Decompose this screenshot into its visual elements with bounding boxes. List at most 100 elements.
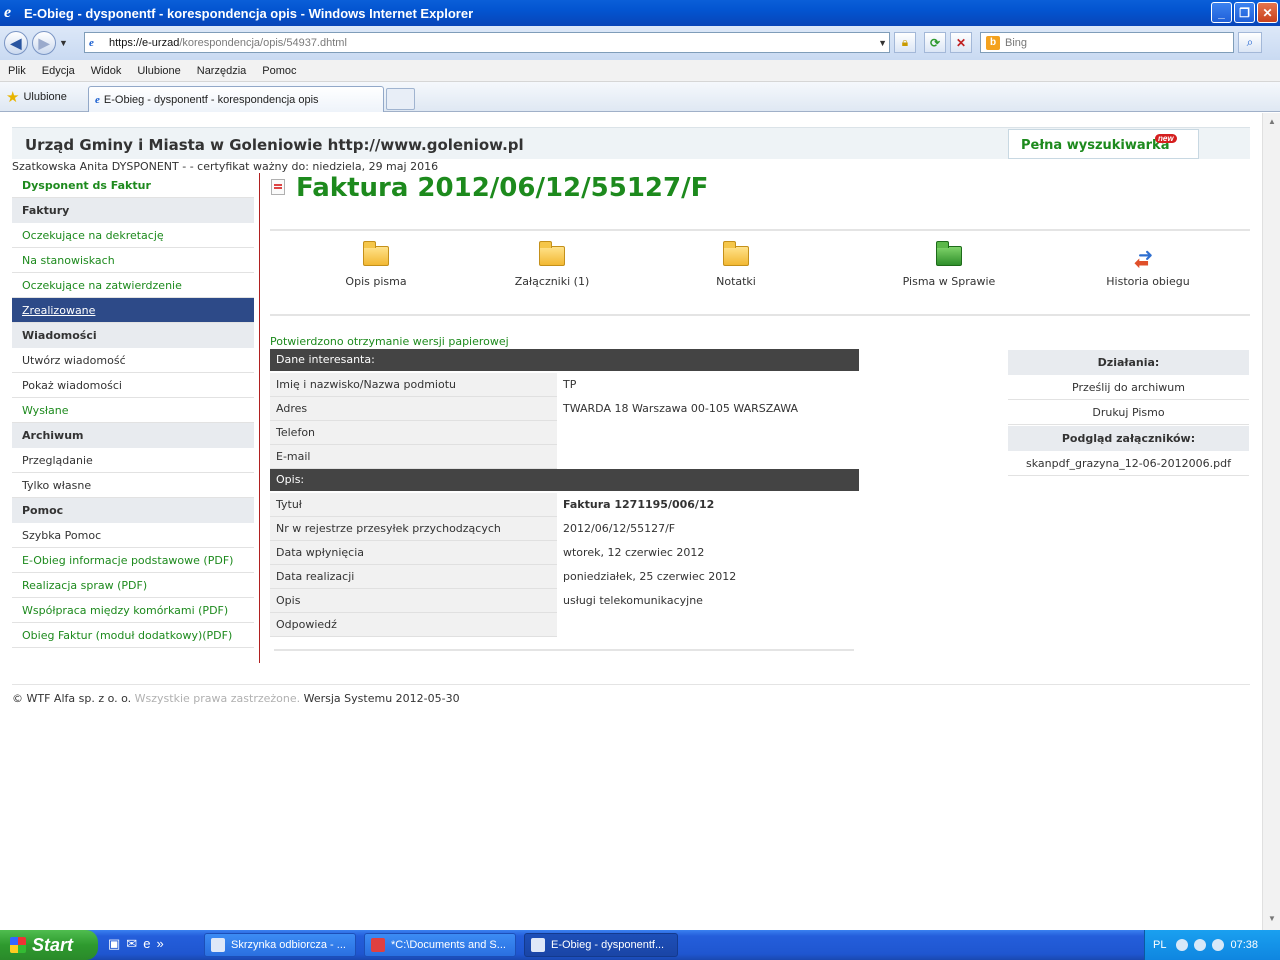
sidebar-section-header: Wiadomości — [12, 323, 254, 348]
table-row: Telefon — [270, 421, 859, 445]
quick-launch: ▣ ✉ e » — [108, 936, 164, 952]
taskbar: Start ▣ ✉ e » Skrzynka odbiorcza - ... *… — [0, 930, 1280, 960]
table-row: E-mail — [270, 445, 859, 469]
action-opis-pisma[interactable]: Opis pisma — [306, 235, 446, 288]
table-section-header: Opis: — [270, 469, 859, 491]
task-label: *C:\Documents and S... — [391, 939, 506, 951]
url-input[interactable]: e https://e-urzad/korespondencja/opis/54… — [84, 32, 890, 53]
sidebar-item[interactable]: Oczekujące na dekretację — [12, 223, 254, 248]
field-label: Odpowiedź — [270, 613, 557, 637]
sidebar-item[interactable]: Realizacja spraw (PDF) — [12, 573, 254, 598]
minimize-button[interactable]: _ — [1211, 2, 1232, 23]
field-value — [557, 613, 859, 637]
table-row: Adres TWARDA 18 Warszawa 00-105 WARSZAWA — [270, 397, 859, 421]
document-app-icon — [371, 938, 385, 952]
search-button[interactable]: ⌕ — [1238, 32, 1262, 53]
table-row: Data realizacji poniedziałek, 25 czerwiec… — [270, 565, 859, 589]
field-value: usługi telekomunikacyjne — [563, 594, 703, 607]
scroll-up-icon[interactable]: ▲ — [1266, 117, 1278, 129]
sidebar-item[interactable]: Wysłane — [12, 398, 254, 423]
action-label: Notatki — [716, 275, 756, 288]
panel-action-link[interactable]: Drukuj Pismo — [1008, 400, 1249, 425]
sidebar-item[interactable]: Na stanowiskach — [12, 248, 254, 273]
action-label: Historia obiegu — [1106, 275, 1190, 288]
tray-network-icon[interactable] — [1194, 939, 1207, 951]
sidebar-item[interactable]: Szybka Pomoc — [12, 523, 254, 548]
sidebar-item[interactable]: Oczekujące na zatwierdzenie — [12, 273, 254, 298]
sidebar-item[interactable]: Obieg Faktur (moduł dodatkowy)(PDF) — [12, 623, 254, 648]
back-button[interactable]: ◀ — [4, 31, 28, 55]
sidebar-item[interactable]: E-Obieg informacje podstawowe (PDF) — [12, 548, 254, 573]
url-dropdown-icon[interactable]: ▼ — [878, 38, 887, 48]
menu-help[interactable]: Pomoc — [254, 65, 304, 77]
action-notatki[interactable]: Notatki — [666, 235, 806, 288]
quick-launch-more-icon[interactable]: » — [156, 936, 163, 952]
ie-task-icon — [531, 938, 545, 952]
taskbar-item-ie[interactable]: E-Obieg - dysponentf... — [524, 933, 678, 957]
refresh-button[interactable]: ⟳ — [924, 32, 946, 53]
quick-launch-outlook-icon[interactable]: ✉ — [126, 936, 137, 952]
browser-tab[interactable]: e E-Obieg - dysponentf - korespondencja … — [88, 86, 384, 112]
quick-launch-ie-icon[interactable]: e — [143, 936, 150, 952]
menu-favorites[interactable]: Ulubione — [129, 65, 188, 77]
restore-button[interactable]: ❐ — [1234, 2, 1255, 23]
menu-bar: Plik Edycja Widok Ulubione Narzędzia Pom… — [0, 60, 1280, 82]
sidebar-item[interactable]: Przeglądanie — [12, 448, 254, 473]
tab-ie-icon: e — [95, 93, 100, 106]
sidebar-item[interactable]: Zrealizowane — [12, 298, 254, 323]
start-button[interactable]: Start — [0, 930, 98, 960]
field-value — [557, 421, 859, 445]
action-historia-obiegu[interactable]: ➜ ⬅ Historia obiegu — [1078, 235, 1218, 288]
menu-tools[interactable]: Narzędzia — [189, 65, 255, 77]
vertical-scrollbar[interactable]: ▲ ▼ — [1262, 113, 1280, 930]
new-tab-button[interactable] — [386, 88, 415, 110]
field-label: E-mail — [270, 445, 557, 469]
menu-edit[interactable]: Edycja — [34, 65, 83, 77]
sidebar-section-header: Archiwum — [12, 423, 254, 448]
taskbar-item-outlook[interactable]: Skrzynka odbiorcza - ... — [204, 933, 356, 957]
action-zalaczniki[interactable]: Załączniki (1) — [482, 235, 622, 288]
lock-icon[interactable]: 🔒︎ — [894, 32, 916, 53]
tray-arrow-icon[interactable] — [1176, 939, 1189, 951]
table-row: Data wpłynięcia wtorek, 12 czerwiec 2012 — [270, 541, 859, 565]
paper-confirmation-link[interactable]: Potwierdzono otrzymanie wersji papierowe… — [270, 335, 509, 348]
windows-flag-icon — [10, 937, 26, 953]
stop-button[interactable]: ✕ — [950, 32, 972, 53]
field-value — [557, 445, 859, 469]
panel-action-link[interactable]: Prześlij do archiwum — [1008, 375, 1249, 400]
sidebar-title[interactable]: Dysponent ds Faktur — [12, 173, 254, 198]
table-row: Opis usługi telekomunikacyjne — [270, 589, 859, 613]
quick-launch-desktop-icon[interactable]: ▣ — [108, 936, 120, 952]
menu-view[interactable]: Widok — [83, 65, 130, 77]
favorites-button[interactable]: ★ Ulubione — [6, 88, 67, 106]
action-label: Załączniki (1) — [514, 275, 590, 288]
forward-button[interactable]: ▶ — [32, 31, 56, 55]
language-indicator[interactable]: PL — [1153, 939, 1166, 951]
advanced-search-box: Pełna wyszukiwarka new — [1008, 129, 1199, 159]
history-dropdown-icon[interactable]: ▼ — [59, 38, 68, 48]
search-placeholder: Bing — [1005, 36, 1028, 49]
outlook-icon — [211, 938, 225, 952]
scroll-down-icon[interactable]: ▼ — [1266, 914, 1278, 926]
advanced-search-link[interactable]: Pełna wyszukiwarka — [1021, 138, 1169, 153]
field-value: poniedziałek, 25 czerwiec 2012 — [563, 570, 737, 583]
sidebar-section-header: Faktury — [12, 198, 254, 223]
field-value: TWARDA 18 Warszawa 00-105 WARSZAWA — [563, 402, 799, 415]
footer-divider — [12, 684, 1250, 685]
action-pisma-w-sprawie[interactable]: Pisma w Sprawie — [879, 235, 1019, 288]
table-section-header: Dane interesanta: — [270, 349, 859, 371]
sidebar-item[interactable]: Utwórz wiadomość — [12, 348, 254, 373]
tray-info-icon[interactable] — [1212, 939, 1225, 951]
field-value: 2012/06/12/55127/F — [563, 522, 676, 535]
search-input[interactable]: b Bing — [980, 32, 1234, 53]
attachment-link[interactable]: skanpdf_grazyna_12-06-2012006.pdf — [1008, 451, 1249, 476]
sidebar-item[interactable]: Współpraca między komórkami (PDF) — [12, 598, 254, 623]
sidebar-item[interactable]: Pokaż wiadomości — [12, 373, 254, 398]
menu-file[interactable]: Plik — [0, 65, 34, 77]
field-label: Opis — [270, 589, 557, 613]
sidebar-item[interactable]: Tylko własne — [12, 473, 254, 498]
table-row: Tytuł Faktura 1271195/006/12 — [270, 493, 859, 517]
attachments-header: Podgląd załączników: — [1008, 426, 1249, 451]
close-button[interactable]: ✕ — [1257, 2, 1278, 23]
taskbar-item-document[interactable]: *C:\Documents and S... — [364, 933, 516, 957]
